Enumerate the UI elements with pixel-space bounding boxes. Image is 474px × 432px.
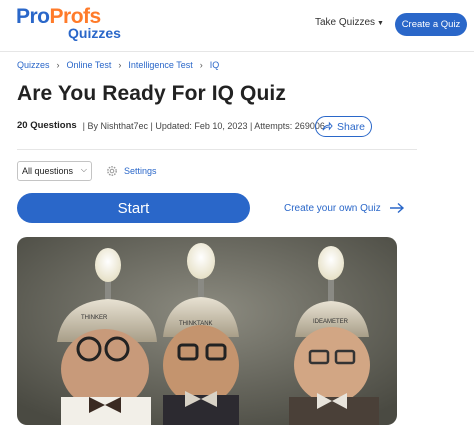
take-quizzes-menu[interactable]: Take Quizzes ▼ <box>315 17 384 28</box>
page-title: Are You Ready For IQ Quiz <box>17 82 286 105</box>
create-quiz-button[interactable]: Create a Quiz <box>395 13 467 36</box>
arrow-right-icon <box>389 202 404 214</box>
chevron-right-icon: › <box>199 60 203 70</box>
divider <box>17 149 417 150</box>
chevron-down-icon: ⌵ <box>80 165 87 174</box>
start-button[interactable]: Start <box>17 193 250 223</box>
breadcrumb-iq[interactable]: IQ <box>210 60 220 70</box>
share-arrow-icon <box>322 121 333 131</box>
helmet-label-ideameter: IDEAMETER <box>313 319 349 325</box>
question-filter-select[interactable]: All questions ⌵ <box>17 161 92 181</box>
breadcrumb-intelligence-test[interactable]: Intelligence Test <box>128 60 192 70</box>
create-own-quiz-link[interactable]: Create your own Quiz <box>284 202 405 214</box>
helmet-label-thinker: THINKER <box>81 315 108 321</box>
caret-down-icon: ▼ <box>377 20 384 27</box>
settings-link[interactable]: Settings <box>106 165 157 177</box>
share-button[interactable]: Share <box>315 116 372 137</box>
site-header: ProProfs Quizzes Take Quizzes ▼ Create a … <box>0 0 474 52</box>
chevron-right-icon: › <box>56 60 60 70</box>
gear-icon <box>107 166 117 176</box>
helmet-label-thinktank: THINKTANK <box>179 321 213 327</box>
question-count: 20 Questions <box>17 120 77 131</box>
breadcrumb: Quizzes › Online Test › Intelligence Tes… <box>17 60 219 70</box>
breadcrumb-online-test[interactable]: Online Test <box>67 60 112 70</box>
proprofs-logo[interactable]: ProProfs Quizzes <box>16 5 121 43</box>
chevron-right-icon: › <box>118 60 122 70</box>
quiz-cover-image: THINKER THINKTANK IDEAMETER <box>17 237 397 425</box>
quiz-meta: 20 Questions | By Nishthat7ec | Updated:… <box>17 120 325 131</box>
breadcrumb-quizzes[interactable]: Quizzes <box>17 60 50 70</box>
quiz-details: | By Nishthat7ec | Updated: Feb 10, 2023… <box>82 120 325 131</box>
